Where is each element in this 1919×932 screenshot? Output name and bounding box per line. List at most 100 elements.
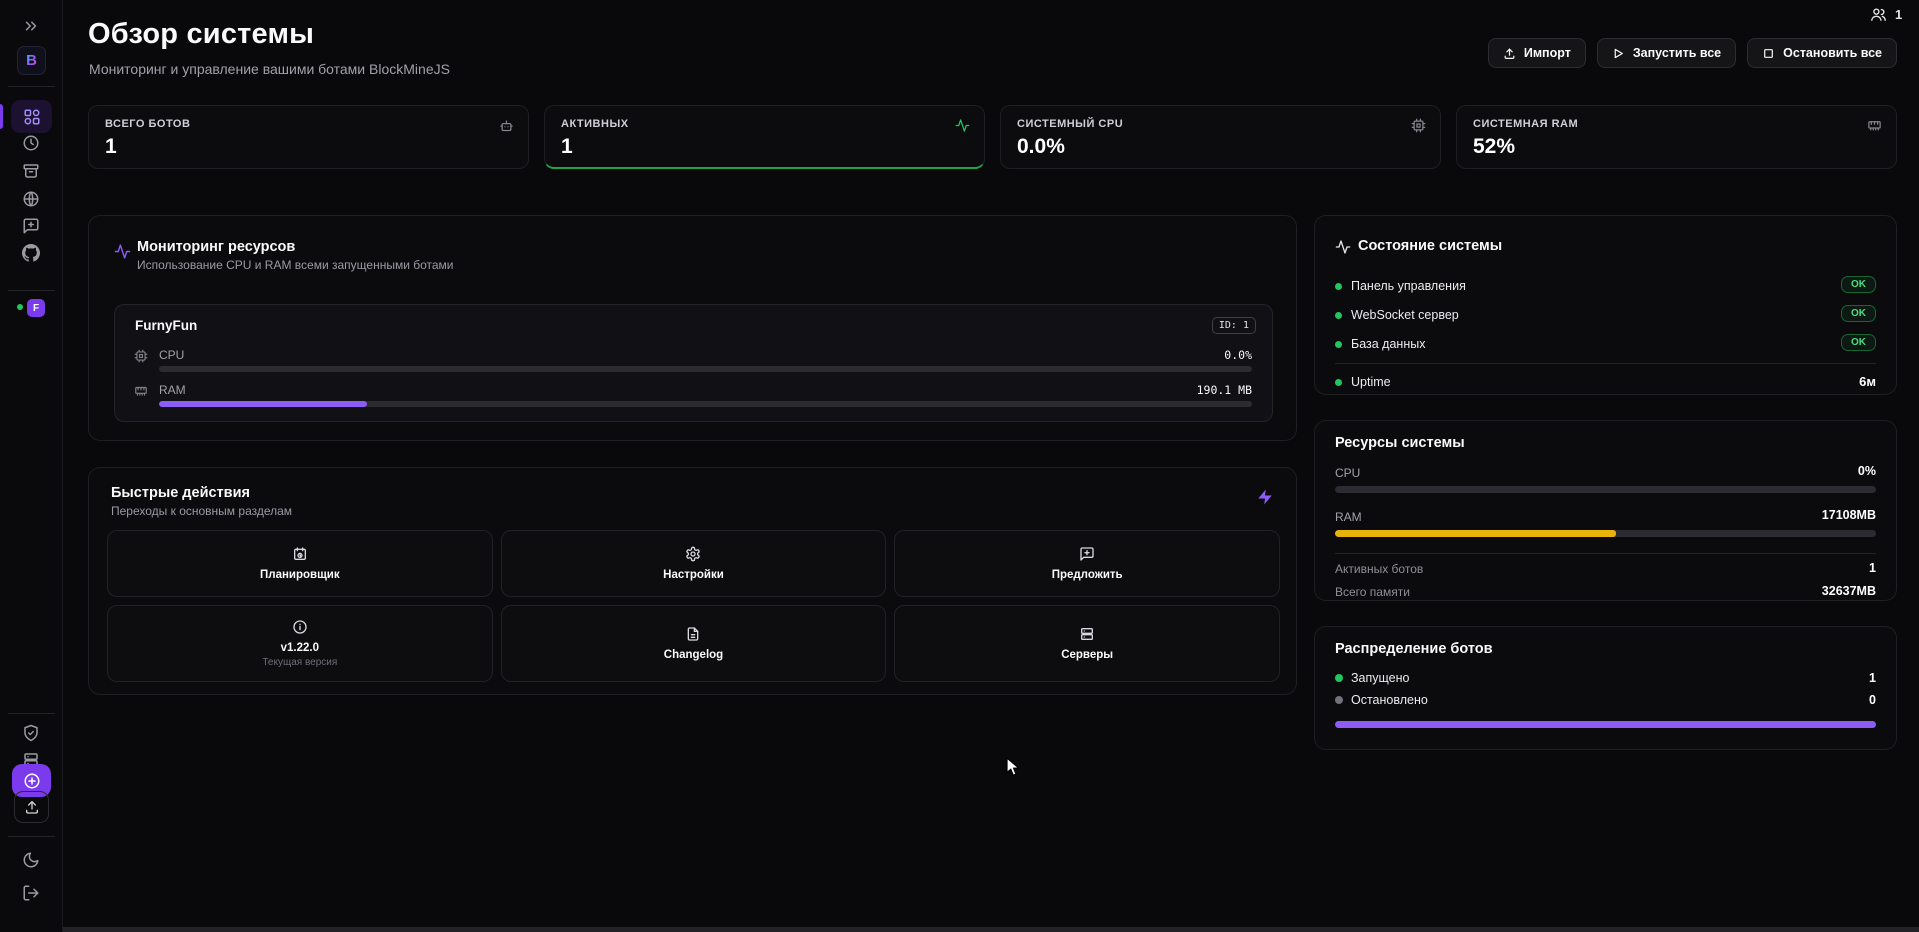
import-button[interactable]: Импорт bbox=[1488, 38, 1586, 68]
total-memory-label: Всего памяти bbox=[1335, 585, 1410, 599]
system-status-panel: Состояние системы Панель управления OK W… bbox=[1314, 215, 1897, 395]
status-label: База данных bbox=[1351, 337, 1425, 351]
sidebar-item-admin[interactable] bbox=[22, 724, 40, 742]
bot-id-badge: ID: 1 bbox=[1212, 317, 1256, 334]
bot-cpu-progressbar bbox=[159, 366, 1252, 372]
bot-ram-label: RAM bbox=[159, 383, 186, 397]
logo-letter: B bbox=[26, 52, 37, 69]
quick-actions-grid: Планировщик Настройки Предложить v1.22.0 bbox=[107, 530, 1280, 682]
memory-stick-icon bbox=[134, 384, 148, 398]
stat-value: 1 bbox=[561, 135, 968, 159]
cpu-progressbar bbox=[1335, 486, 1876, 493]
quick-action-label: Настройки bbox=[663, 569, 724, 581]
start-all-button[interactable]: Запустить все bbox=[1597, 38, 1736, 68]
cpu-icon bbox=[134, 349, 148, 363]
import-bot-button[interactable] bbox=[14, 791, 49, 823]
sidebar-expand-button[interactable] bbox=[22, 17, 40, 35]
dashboard-grid-icon bbox=[23, 108, 41, 126]
total-memory-value: 32637MB bbox=[1822, 584, 1876, 598]
bot-name: FurnyFun bbox=[135, 318, 197, 333]
status-badge: OK bbox=[1841, 305, 1876, 322]
quick-action-caption: Текущая версия bbox=[262, 657, 337, 668]
status-badge: OK bbox=[1841, 276, 1876, 293]
active-bots-label: Активных ботов bbox=[1335, 562, 1423, 576]
stat-card-total-bots: ВСЕГО БОТОВ 1 bbox=[88, 105, 529, 169]
cpu-value: 0% bbox=[1858, 464, 1876, 478]
gear-icon bbox=[685, 546, 701, 562]
sidebar-divider bbox=[8, 836, 55, 837]
online-users-indicator: 1 bbox=[1870, 6, 1902, 23]
status-row-database: База данных OK bbox=[1335, 336, 1876, 354]
bot-avatar-letter: F bbox=[33, 303, 39, 314]
message-square-plus-icon bbox=[22, 217, 40, 235]
sidebar-item-dashboard[interactable] bbox=[11, 100, 52, 133]
resource-monitoring-panel: Мониторинг ресурсов Использование CPU и … bbox=[88, 215, 1297, 441]
sidebar-item-archive[interactable] bbox=[22, 162, 40, 180]
ram-label: RAM bbox=[1335, 510, 1362, 524]
uptime-label: Uptime bbox=[1351, 375, 1391, 389]
github-icon bbox=[22, 244, 40, 262]
status-row-panel: Панель управления OK bbox=[1335, 278, 1876, 296]
distribution-row-stopped: Остановлено 0 bbox=[1335, 693, 1876, 709]
divider bbox=[1335, 363, 1876, 364]
activity-icon bbox=[1335, 239, 1351, 255]
shield-check-icon bbox=[22, 724, 40, 742]
status-dot bbox=[1335, 341, 1342, 348]
moon-icon bbox=[22, 851, 40, 869]
panel-title: Быстрые действия bbox=[111, 485, 250, 501]
status-badge: OK bbox=[1841, 334, 1876, 351]
sidebar-item-web[interactable] bbox=[22, 190, 40, 208]
horizontal-scrollbar[interactable] bbox=[63, 927, 1919, 932]
quick-action-changelog[interactable]: Changelog bbox=[501, 605, 887, 682]
quick-action-scheduler[interactable]: Планировщик bbox=[107, 530, 493, 597]
quick-action-servers[interactable]: Серверы bbox=[894, 605, 1280, 682]
sidebar-item-github[interactable] bbox=[22, 244, 40, 262]
running-dot bbox=[1335, 674, 1343, 682]
panel-title: Распределение ботов bbox=[1335, 641, 1493, 657]
mouse-cursor bbox=[1006, 757, 1023, 777]
bot-avatar[interactable]: F bbox=[27, 299, 45, 317]
logout-icon bbox=[22, 884, 40, 902]
running-label: Запущено bbox=[1351, 671, 1409, 685]
quick-action-settings[interactable]: Настройки bbox=[501, 530, 887, 597]
sidebar-item-scheduler[interactable] bbox=[22, 134, 40, 152]
stop-square-icon bbox=[1762, 47, 1775, 60]
distribution-bar-fill bbox=[1335, 721, 1876, 728]
uptime-value: 6м bbox=[1859, 374, 1876, 389]
distribution-row-running: Запущено 1 bbox=[1335, 671, 1876, 687]
quick-action-suggest[interactable]: Предложить bbox=[894, 530, 1280, 597]
stat-cards-row: ВСЕГО БОТОВ 1 АКТИВНЫХ 1 СИСТЕМНЫЙ CPU 0… bbox=[88, 105, 1897, 169]
panel-title: Мониторинг ресурсов bbox=[137, 239, 295, 255]
bot-ram-value: 190.1 MB bbox=[1197, 383, 1252, 397]
page-subtitle: Мониторинг и управление вашими ботами Bl… bbox=[89, 61, 450, 77]
stop-all-button[interactable]: Остановить все bbox=[1747, 38, 1897, 68]
stopped-dot bbox=[1335, 696, 1343, 704]
quick-actions-panel: Быстрые действия Переходы к основным раз… bbox=[88, 467, 1297, 695]
bot-distribution-panel: Распределение ботов Запущено 1 Остановле… bbox=[1314, 626, 1897, 750]
bot-cpu-value: 0.0% bbox=[1224, 348, 1252, 362]
info-icon bbox=[292, 619, 308, 635]
users-icon bbox=[1870, 6, 1887, 23]
theme-toggle-button[interactable] bbox=[22, 851, 40, 869]
panel-subtitle: Использование CPU и RAM всеми запущенным… bbox=[137, 258, 454, 272]
quick-action-version[interactable]: v1.22.0 Текущая версия bbox=[107, 605, 493, 682]
sidebar-item-feedback[interactable] bbox=[22, 217, 40, 235]
distribution-bar bbox=[1335, 721, 1876, 728]
stopped-value: 0 bbox=[1869, 693, 1876, 707]
stat-label: СИСТЕМНЫЙ CPU bbox=[1017, 118, 1424, 130]
stat-label: АКТИВНЫХ bbox=[561, 118, 968, 130]
archive-icon bbox=[22, 162, 40, 180]
sidebar-divider bbox=[8, 713, 55, 714]
running-value: 1 bbox=[1869, 671, 1876, 685]
stat-label: ВСЕГО БОТОВ bbox=[105, 118, 512, 130]
divider bbox=[1335, 553, 1876, 554]
bot-monitor-card[interactable]: FurnyFun ID: 1 CPU 0.0% RAM 190.1 MB bbox=[114, 304, 1273, 422]
logout-button[interactable] bbox=[22, 884, 40, 902]
app-logo[interactable]: B bbox=[17, 46, 46, 75]
status-label: Панель управления bbox=[1351, 279, 1466, 293]
quick-action-label: v1.22.0 bbox=[281, 642, 319, 654]
play-icon bbox=[1612, 47, 1625, 60]
ram-progress-fill bbox=[1335, 530, 1616, 537]
stop-all-button-label: Остановить все bbox=[1783, 46, 1882, 60]
status-dot bbox=[1335, 312, 1342, 319]
